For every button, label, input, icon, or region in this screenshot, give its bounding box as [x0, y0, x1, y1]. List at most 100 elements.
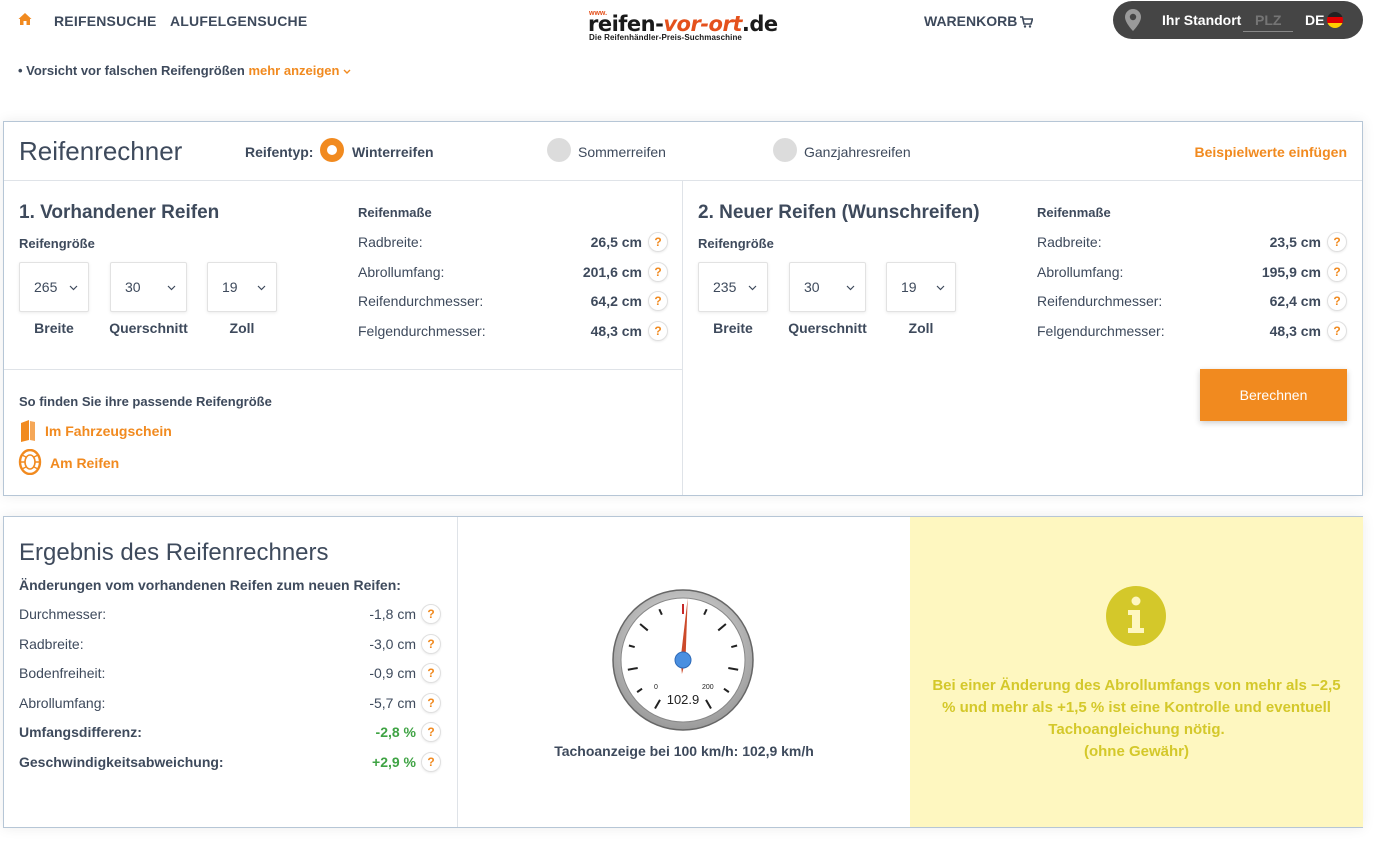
radio-winterreifen[interactable] [320, 138, 344, 162]
chevron-down-icon [936, 285, 945, 291]
calculator-title: Reifenrechner [19, 136, 183, 166]
caption-rim: Zoll [908, 320, 934, 336]
tire-calculator-card: Reifenrechner Reifentyp: Winterreifen So… [3, 121, 1363, 496]
gauge-reading: 102.9 [667, 692, 700, 707]
help-icon[interactable]: ? [648, 262, 668, 282]
link-vehicle-registration[interactable]: Im Fahrzeugschein [45, 423, 172, 439]
result-row: Durchmesser: -1,8 cm ? [19, 604, 441, 626]
help-icon[interactable]: ? [421, 693, 441, 713]
current-rim-select[interactable]: 19 [207, 262, 277, 312]
result-row: Radbreite: -3,0 cm ? [19, 634, 441, 656]
gauge-hub [674, 651, 692, 669]
dim-label: Abrollumfang: [1037, 264, 1124, 280]
dim-label: Abrollumfang: [358, 264, 445, 280]
new-tire-heading: 2. Neuer Reifen (Wunschreifen) [698, 202, 980, 223]
result-title: Ergebnis des Reifenrechners [19, 539, 329, 566]
plz-input[interactable] [1243, 8, 1293, 32]
chevron-down-icon [343, 69, 351, 74]
divider [682, 180, 683, 495]
dim-value: 48,3 cm [1269, 323, 1321, 339]
info-box: Bei einer Änderung des Abrollumfangs von… [910, 517, 1363, 827]
dim-label: Reifendurchmesser: [1037, 293, 1163, 309]
vehicle-document-icon [21, 420, 35, 442]
dim-label: Radbreite: [1037, 234, 1102, 250]
location-widget: Ihr Standort DE [1113, 1, 1363, 39]
caption-width: Breite [713, 320, 753, 336]
cart-icon [1020, 16, 1034, 28]
dim-value: 64,2 cm [590, 293, 642, 309]
new-dims-heading: Reifenmaße [1037, 205, 1111, 220]
help-icon[interactable]: ? [421, 663, 441, 683]
help-icon[interactable]: ? [648, 291, 668, 311]
help-icon[interactable]: ? [421, 722, 441, 742]
dim-value: 62,4 cm [1269, 293, 1321, 309]
result-row: Geschwindigkeitsabweichung: +2,9 % ? [19, 752, 441, 774]
info-text: Bei einer Änderung des Abrollumfangs von… [932, 677, 1341, 760]
top-header: REIFENSUCHE ALUFELGENSUCHE www. reifen-v… [0, 0, 1400, 44]
help-icon[interactable]: ? [648, 321, 668, 341]
chevron-down-icon [748, 285, 757, 291]
chevron-down-icon [167, 285, 176, 291]
result-card: Ergebnis des Reifenrechners Änderungen v… [3, 516, 1363, 828]
new-width-select[interactable]: 235 [698, 262, 768, 312]
radio-ganzjahresreifen[interactable] [773, 138, 797, 162]
help-icon[interactable]: ? [421, 752, 441, 772]
result-row: Umfangsdifferenz: -2,8 % ? [19, 722, 441, 744]
nav-reifensuche[interactable]: REIFENSUCHE [54, 13, 157, 29]
current-width-select[interactable]: 265 [19, 262, 89, 312]
help-icon[interactable]: ? [648, 232, 668, 252]
dim-label: Felgendurchmesser: [358, 323, 486, 339]
dim-value: 201,6 cm [582, 264, 642, 280]
label-sommerreifen[interactable]: Sommerreifen [578, 144, 666, 160]
chevron-down-icon [846, 285, 855, 291]
caption-ratio: Querschnitt [109, 320, 188, 336]
new-rim-select[interactable]: 19 [886, 262, 956, 312]
divider [4, 180, 1362, 181]
radio-sommerreifen[interactable] [547, 138, 571, 162]
country-selector[interactable]: DE [1305, 12, 1324, 28]
link-on-tire[interactable]: Am Reifen [50, 455, 119, 471]
site-logo[interactable]: www. reifen-vor-ort.de Die Reifenhändler… [588, 10, 780, 44]
divider [4, 369, 682, 370]
dim-value: 23,5 cm [1269, 234, 1321, 250]
find-size-heading: So finden Sie ihre passende Reifengröße [19, 394, 272, 409]
help-icon[interactable]: ? [1327, 232, 1347, 252]
gauge-max-label: 200 [702, 684, 714, 691]
info-icon [1106, 586, 1166, 646]
help-icon[interactable]: ? [1327, 262, 1347, 282]
show-more-link[interactable]: mehr anzeigen [248, 63, 351, 78]
new-size-label: Reifengröße [698, 236, 774, 251]
tire-size-warning: • Vorsicht vor falschen Reifengrößen meh… [18, 63, 351, 78]
dim-value: 26,5 cm [590, 234, 642, 250]
dim-label: Reifendurchmesser: [358, 293, 484, 309]
result-row: Abrollumfang: -5,7 cm ? [19, 693, 441, 715]
dim-label: Radbreite: [358, 234, 423, 250]
help-icon[interactable]: ? [421, 634, 441, 654]
current-ratio-select[interactable]: 30 [110, 262, 187, 312]
tire-icon [18, 449, 42, 475]
caption-rim: Zoll [229, 320, 255, 336]
location-pin-icon [1125, 9, 1141, 31]
help-icon[interactable]: ? [1327, 321, 1347, 341]
divider [457, 517, 458, 827]
help-icon[interactable]: ? [1327, 291, 1347, 311]
current-tire-heading: 1. Vorhandener Reifen [19, 202, 220, 223]
tire-type-label: Reifentyp: [245, 144, 314, 160]
dim-value: 48,3 cm [590, 323, 642, 339]
cart-link[interactable]: WARENKORB [924, 13, 1034, 29]
nav-alufelgensuche[interactable]: ALUFELGENSUCHE [170, 13, 307, 29]
label-ganzjahresreifen[interactable]: Ganzjahresreifen [804, 144, 911, 160]
caption-width: Breite [34, 320, 74, 336]
help-icon[interactable]: ? [421, 604, 441, 624]
caption-ratio: Querschnitt [788, 320, 867, 336]
home-icon[interactable] [18, 12, 32, 26]
speedometer-caption: Tachoanzeige bei 100 km/h: 102,9 km/h [554, 743, 814, 759]
label-winterreifen[interactable]: Winterreifen [352, 144, 434, 160]
result-subtitle: Änderungen vom vorhandenen Reifen zum ne… [19, 577, 401, 593]
calculate-button[interactable]: Berechnen [1200, 369, 1347, 421]
current-dims-heading: Reifenmaße [358, 205, 432, 220]
insert-example-values-link[interactable]: Beispielwerte einfügen [1195, 144, 1347, 160]
new-ratio-select[interactable]: 30 [789, 262, 866, 312]
dim-value: 195,9 cm [1261, 264, 1321, 280]
chevron-down-icon [257, 285, 266, 291]
